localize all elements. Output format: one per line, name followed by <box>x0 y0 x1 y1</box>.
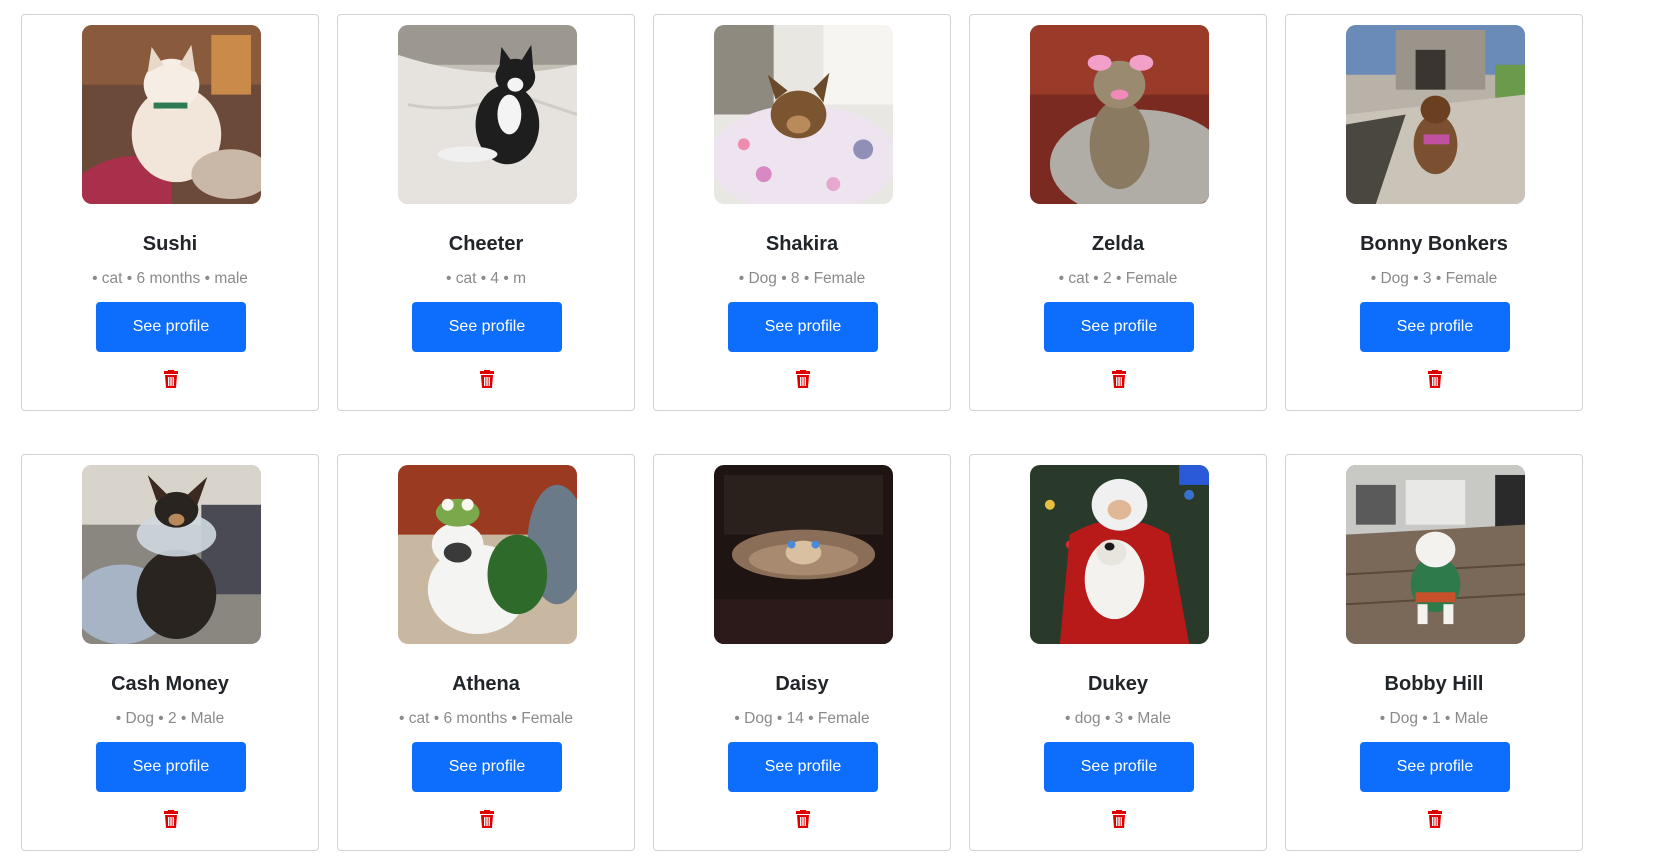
pet-card: Athena • cat • 6 months • Female See pro… <box>337 454 635 851</box>
trash-icon[interactable] <box>1111 810 1127 828</box>
see-profile-button[interactable]: See profile <box>1360 742 1510 792</box>
pet-card: Cash Money • Dog • 2 • Male See profile <box>21 454 319 851</box>
pet-details: • Dog • 1 • Male <box>1379 710 1489 727</box>
pet-details: • cat • 2 • Female <box>1058 270 1178 287</box>
see-profile-button[interactable]: See profile <box>1360 302 1510 352</box>
see-profile-button[interactable]: See profile <box>728 742 878 792</box>
pet-name: Sushi <box>142 233 198 255</box>
pet-photo <box>82 25 261 204</box>
pet-details: • Dog • 2 • Male <box>115 710 225 727</box>
trash-icon[interactable] <box>1427 370 1443 388</box>
pet-photo <box>1346 25 1525 204</box>
trash-icon[interactable] <box>1427 810 1443 828</box>
pet-card: Shakira • Dog • 8 • Female See profile <box>653 14 951 411</box>
see-profile-button[interactable]: See profile <box>412 302 562 352</box>
trash-icon[interactable] <box>479 370 495 388</box>
pet-name: Bonny Bonkers <box>1360 233 1508 255</box>
see-profile-button[interactable]: See profile <box>96 302 246 352</box>
pet-photo <box>1030 25 1209 204</box>
pet-card: Dukey • dog • 3 • Male See profile <box>969 454 1267 851</box>
pet-name: Daisy <box>775 673 829 695</box>
pet-card: Cheeter • cat • 4 • m See profile <box>337 14 635 411</box>
trash-icon[interactable] <box>163 810 179 828</box>
pet-details: • Dog • 8 • Female <box>738 270 866 287</box>
see-profile-button[interactable]: See profile <box>412 742 562 792</box>
pet-photo <box>1030 465 1209 644</box>
see-profile-button[interactable]: See profile <box>728 302 878 352</box>
trash-icon[interactable] <box>795 370 811 388</box>
pet-details: • cat • 6 months • Female <box>399 710 573 727</box>
pet-name: Bobby Hill <box>1384 673 1484 695</box>
see-profile-button[interactable]: See profile <box>96 742 246 792</box>
pet-details: • cat • 6 months • male <box>92 270 248 287</box>
pet-card: Daisy • Dog • 14 • Female See profile <box>653 454 951 851</box>
trash-icon[interactable] <box>163 370 179 388</box>
pet-card-grid: Sushi • cat • 6 months • male See profil… <box>0 0 1676 862</box>
trash-icon[interactable] <box>795 810 811 828</box>
pet-photo <box>714 465 893 644</box>
see-profile-button[interactable]: See profile <box>1044 302 1194 352</box>
pet-card: Bobby Hill • Dog • 1 • Male See profile <box>1285 454 1583 851</box>
pet-name: Shakira <box>765 233 839 255</box>
pet-details: • cat • 4 • m <box>445 270 527 287</box>
pet-card: Bonny Bonkers • Dog • 3 • Female See pro… <box>1285 14 1583 411</box>
pet-photo <box>1346 465 1525 644</box>
pet-photo <box>82 465 261 644</box>
pet-name: Cheeter <box>448 233 524 255</box>
pet-card: Sushi • cat • 6 months • male See profil… <box>21 14 319 411</box>
pet-details: • dog • 3 • Male <box>1065 710 1171 727</box>
trash-icon[interactable] <box>1111 370 1127 388</box>
pet-photo <box>714 25 893 204</box>
pet-card: Zelda • cat • 2 • Female See profile <box>969 14 1267 411</box>
pet-name: Athena <box>452 673 520 695</box>
trash-icon[interactable] <box>479 810 495 828</box>
pet-name: Dukey <box>1087 673 1149 695</box>
pet-photo <box>398 465 577 644</box>
see-profile-button[interactable]: See profile <box>1044 742 1194 792</box>
pet-photo <box>398 25 577 204</box>
pet-details: • Dog • 3 • Female <box>1370 270 1498 287</box>
pet-name: Cash Money <box>111 673 229 695</box>
pet-name: Zelda <box>1091 233 1145 255</box>
pet-details: • Dog • 14 • Female <box>734 710 870 727</box>
